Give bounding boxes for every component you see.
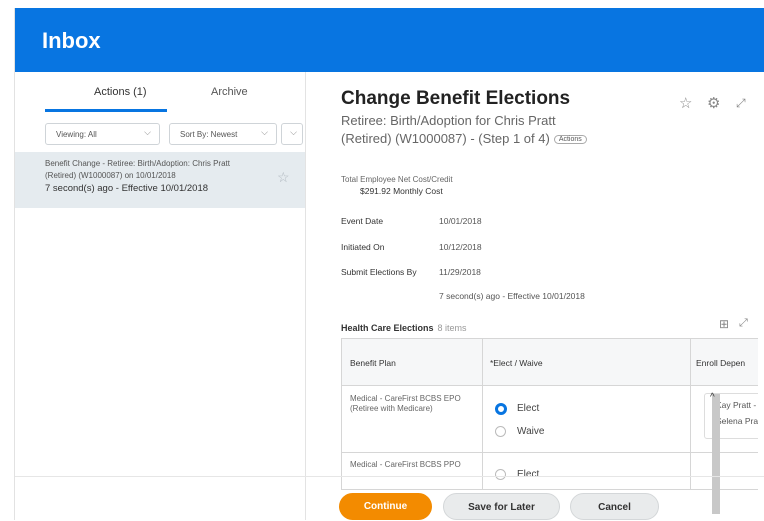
field-value: 11/29/2018 <box>439 267 481 277</box>
waive-radio[interactable] <box>495 426 506 437</box>
table-row: Medical - CareFirst BCBS EPO (Retiree wi… <box>342 386 758 453</box>
column-header-plan: Benefit Plan <box>350 358 396 368</box>
field-value: 10/01/2018 <box>439 216 482 226</box>
divider <box>15 476 764 477</box>
task-title: Change Benefit Elections <box>341 88 571 109</box>
sort-dropdown-label: Sort By: Newest <box>180 130 238 139</box>
inbox-list-pane: Actions (1) Archive Viewing: All ⌵ Sort … <box>15 72 306 520</box>
task-subtitle-text: (Retired) (W1000087) - (Step 1 of 4) <box>341 131 550 146</box>
field-value: 10/12/2018 <box>439 242 482 252</box>
viewing-dropdown-label: Viewing: All <box>56 130 97 139</box>
field-label: Submit Elections By <box>341 267 417 277</box>
active-tab-indicator <box>45 109 167 112</box>
plan-name: Medical - CareFirst BCBS PPO <box>350 460 461 469</box>
tab-actions[interactable]: Actions (1) <box>94 86 147 98</box>
star-icon[interactable]: ☆ <box>277 169 290 186</box>
task-subtitle-line1: Retiree: Birth/Adoption for Chris Pratt <box>341 113 556 128</box>
waive-label: Waive <box>517 426 545 437</box>
health-care-elections-title: Health Care Elections 8 items <box>341 323 467 333</box>
chevron-down-icon: ⌵ <box>290 127 297 137</box>
field-value: 7 second(s) ago - Effective 10/01/2018 <box>439 291 585 301</box>
scroll-up-icon[interactable]: ^ <box>710 392 715 403</box>
elections-grid: Benefit Plan *Elect / Waive Enroll Depen… <box>341 338 758 490</box>
cancel-button[interactable]: Cancel <box>570 493 659 520</box>
save-for-later-button[interactable]: Save for Later <box>443 493 560 520</box>
plan-detail: (Retiree with Medicare) <box>350 404 433 413</box>
table-view-icon[interactable]: ⊞ <box>719 317 729 331</box>
column-header-elect: *Elect / Waive <box>490 358 543 368</box>
inbox-item[interactable]: Benefit Change - Retiree: Birth/Adoption… <box>15 152 305 208</box>
field-label: Event Date <box>341 216 384 226</box>
total-cost-value: $291.92 Monthly Cost <box>360 186 443 196</box>
total-cost-label: Total Employee Net Cost/Credit <box>341 175 453 184</box>
elect-label: Elect <box>517 403 540 414</box>
inbox-item-timestamp: 7 second(s) ago - Effective 10/01/2018 <box>45 183 209 194</box>
column-header-dependents: Enroll Depen <box>696 358 746 368</box>
chevron-down-icon: ⌵ <box>261 127 268 137</box>
elect-label: Elect <box>517 469 540 480</box>
field-label: Initiated On <box>341 242 385 252</box>
expand-icon[interactable]: ⤢ <box>736 96 746 111</box>
favorite-star-icon[interactable]: ☆ <box>679 94 692 112</box>
dependent-item: Kay Pratt - A <box>716 400 758 410</box>
task-detail-pane: Change Benefit Elections ☆ ⚙ ⤢ Retiree: … <box>306 72 764 520</box>
header-bar: Inbox <box>15 8 764 72</box>
tab-archive[interactable]: Archive <box>211 86 248 98</box>
inbox-tabs: Actions (1) Archive <box>15 72 305 112</box>
grid-header: Benefit Plan *Elect / Waive Enroll Depen <box>342 339 758 386</box>
plan-name: Medical - CareFirst BCBS EPO <box>350 394 461 403</box>
continue-button[interactable]: Continue <box>339 493 432 520</box>
expand-icon[interactable]: ⤢ <box>739 317 748 330</box>
chevron-down-icon: ⌵ <box>144 127 151 137</box>
grid-item-count: 8 items <box>437 323 467 333</box>
gear-icon[interactable]: ⚙ <box>707 94 720 112</box>
viewing-dropdown[interactable]: Viewing: All ⌵ <box>45 123 160 145</box>
dependent-item: Selena Pra <box>716 416 758 426</box>
sort-dropdown[interactable]: Sort By: Newest ⌵ <box>169 123 277 145</box>
more-filters-button[interactable]: ⌵ <box>281 123 303 145</box>
inbox-page: Inbox Actions (1) Archive Viewing: All ⌵… <box>14 8 764 520</box>
elect-radio[interactable] <box>495 403 507 415</box>
inbox-filters: Viewing: All ⌵ Sort By: Newest ⌵ ⌵ <box>15 116 305 145</box>
task-subtitle-line2: (Retired) (W1000087) - (Step 1 of 4) Acti… <box>341 131 587 146</box>
page-title: Inbox <box>42 28 101 53</box>
grid-title: Health Care Elections <box>341 323 434 333</box>
inbox-item-title-line1: Benefit Change - Retiree: Birth/Adoption… <box>45 159 230 168</box>
inbox-item-title-line2: (Retired) (W1000087) on 10/01/2018 <box>45 171 176 180</box>
action-button-bar: Continue Save for Later Cancel <box>306 485 764 520</box>
actions-badge[interactable]: Actions <box>553 135 587 145</box>
elect-radio[interactable] <box>495 469 506 480</box>
